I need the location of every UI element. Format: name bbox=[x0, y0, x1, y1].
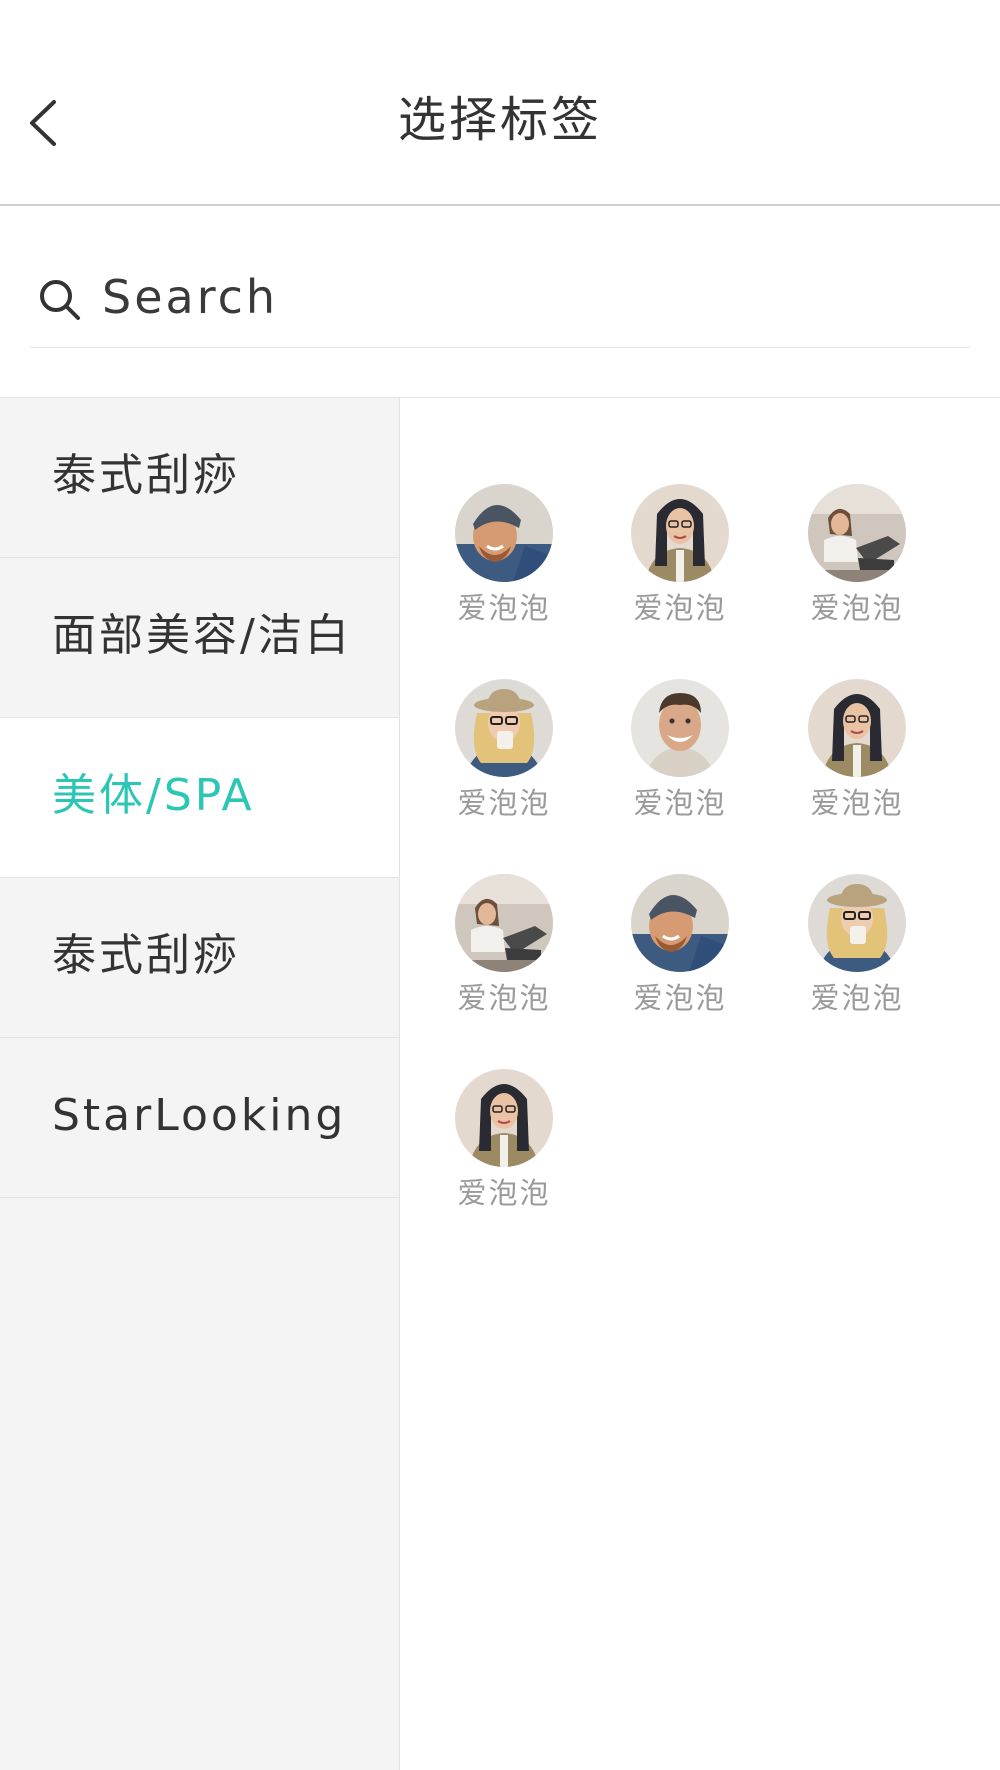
search-box[interactable] bbox=[30, 246, 970, 348]
avatar bbox=[808, 679, 906, 777]
tag-grid-item-label: 爱泡泡 bbox=[457, 591, 551, 625]
avatar bbox=[455, 874, 553, 972]
avatar bbox=[455, 679, 553, 777]
sidebar-item-label: 面部美容/洁白 bbox=[52, 610, 352, 661]
tag-grid-item-label: 爱泡泡 bbox=[810, 981, 904, 1015]
avatar bbox=[455, 484, 553, 582]
search-input[interactable] bbox=[102, 262, 952, 332]
avatar bbox=[808, 484, 906, 582]
tag-grid-item-label: 爱泡泡 bbox=[633, 981, 727, 1015]
sidebar-item-label: 泰式刮痧 bbox=[52, 450, 240, 501]
tag-grid-item[interactable]: 爱泡泡 bbox=[797, 679, 917, 839]
tag-grid-item[interactable]: 爱泡泡 bbox=[444, 679, 564, 839]
tag-grid-item[interactable]: 爱泡泡 bbox=[797, 874, 917, 1034]
tag-grid-item[interactable]: 爱泡泡 bbox=[444, 874, 564, 1034]
search-icon bbox=[40, 280, 80, 320]
tag-grid-item[interactable]: 爱泡泡 bbox=[797, 484, 917, 644]
avatar bbox=[631, 484, 729, 582]
tag-grid-item-label: 爱泡泡 bbox=[457, 786, 551, 820]
sidebar-item-starlooking[interactable]: StarLooking bbox=[0, 1038, 399, 1198]
search-area bbox=[0, 206, 1000, 398]
tag-grid-panel: 爱泡泡 爱泡泡 爱泡泡 爱泡泡 爱泡泡 爱泡泡 爱泡泡 爱泡泡 爱泡泡 爱泡泡 bbox=[400, 398, 1000, 1770]
sidebar-item-label: StarLooking bbox=[52, 1090, 347, 1141]
tag-grid-item[interactable]: 爱泡泡 bbox=[620, 484, 740, 644]
avatar bbox=[808, 874, 906, 972]
tag-grid-item[interactable]: 爱泡泡 bbox=[620, 874, 740, 1034]
tag-grid-item-label: 爱泡泡 bbox=[457, 981, 551, 1015]
header: 选择标签 bbox=[0, 0, 1000, 206]
sidebar-item-thai-gua-sha[interactable]: 泰式刮痧 bbox=[0, 398, 399, 558]
tag-grid-item-label: 爱泡泡 bbox=[457, 1176, 551, 1210]
tag-grid-item-label: 爱泡泡 bbox=[810, 591, 904, 625]
avatar bbox=[455, 1069, 553, 1167]
tag-grid-item-label: 爱泡泡 bbox=[810, 786, 904, 820]
tag-grid-item[interactable]: 爱泡泡 bbox=[444, 1069, 564, 1229]
sidebar-item-thai-gua-sha-2[interactable]: 泰式刮痧 bbox=[0, 878, 399, 1038]
sidebar-item-facial-beauty[interactable]: 面部美容/洁白 bbox=[0, 558, 399, 718]
category-sidebar: 泰式刮痧 面部美容/洁白 美体/SPA 泰式刮痧 StarLooking bbox=[0, 398, 400, 1770]
sidebar-item-body-spa[interactable]: 美体/SPA bbox=[0, 718, 399, 878]
sidebar-item-label: 美体/SPA bbox=[52, 770, 255, 821]
avatar bbox=[631, 679, 729, 777]
tag-grid-item[interactable]: 爱泡泡 bbox=[620, 679, 740, 839]
tag-grid-item[interactable]: 爱泡泡 bbox=[444, 484, 564, 644]
tag-grid-item-label: 爱泡泡 bbox=[633, 786, 727, 820]
page-title: 选择标签 bbox=[397, 92, 602, 148]
sidebar-item-label: 泰式刮痧 bbox=[52, 930, 240, 981]
avatar bbox=[631, 874, 729, 972]
tag-grid-item-label: 爱泡泡 bbox=[633, 591, 727, 625]
